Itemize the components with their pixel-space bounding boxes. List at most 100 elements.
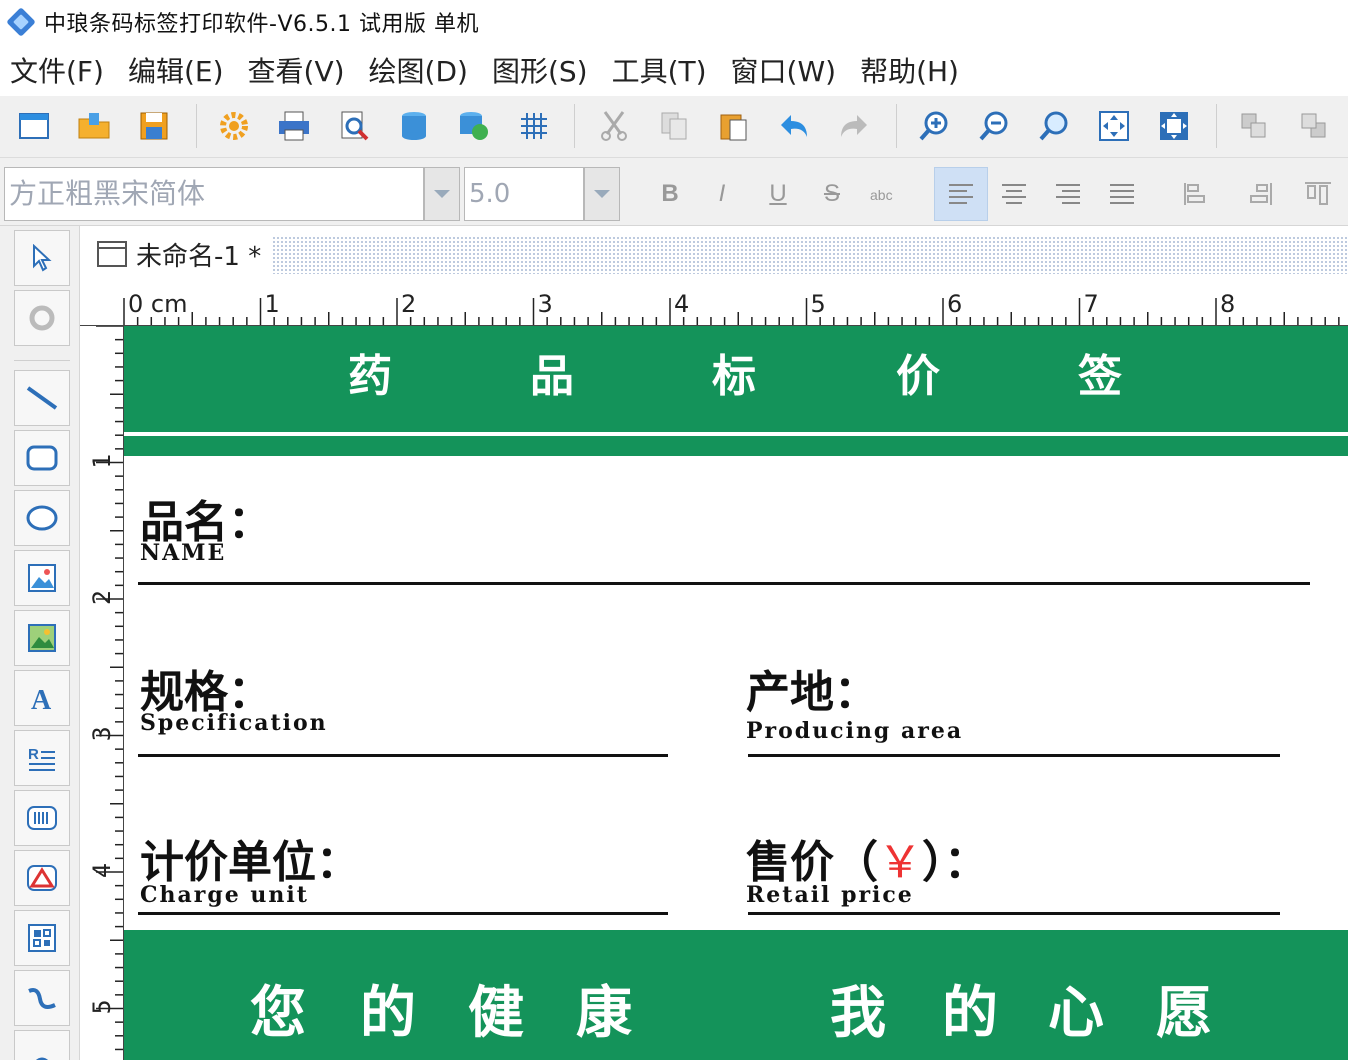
origin-label-en[interactable]: Producing area (746, 718, 963, 744)
svg-text:R: R (28, 746, 39, 763)
qrcode-tool-icon[interactable] (14, 910, 70, 966)
price-underline[interactable] (748, 912, 1280, 915)
zoom-icon[interactable] (1036, 108, 1072, 144)
footer-char-1[interactable]: 您 (250, 968, 306, 1049)
menu-shape[interactable]: 图形(S) (492, 50, 588, 90)
text-style-icon[interactable]: abc (860, 170, 908, 218)
underline-button[interactable]: U (754, 170, 802, 218)
align-left-icon[interactable] (934, 167, 988, 221)
title-bar: 中琅条码标签打印软件-V6.5.1 试用版 单机 (0, 0, 1348, 44)
fit-page-icon[interactable] (1096, 108, 1132, 144)
print-preview-icon[interactable] (336, 108, 372, 144)
price-label[interactable]: 药 品 标 价 签 品名： NAME 规格： Specification 产地：… (124, 326, 1348, 1060)
name-label-en[interactable]: NAME (140, 540, 226, 566)
ruler-label: 3 (88, 726, 116, 741)
ruler-label: 2 (88, 590, 116, 605)
svg-text:A: A (31, 685, 52, 713)
yen-symbol: ￥ (878, 837, 922, 888)
picture-tool-icon[interactable] (14, 610, 70, 666)
document-tab-title: 未命名-1 * (136, 241, 262, 272)
title-char-4[interactable]: 价 (896, 340, 940, 404)
bold-button[interactable]: B (646, 170, 694, 218)
label-title: 药 品 标 价 签 (124, 340, 1348, 402)
title-char-5[interactable]: 签 (1078, 340, 1122, 404)
origin-label-cn[interactable]: 产地： (746, 656, 878, 720)
origin-underline[interactable] (748, 754, 1280, 757)
undo-icon[interactable] (776, 108, 812, 144)
footer-char-8[interactable]: 愿 (1156, 968, 1212, 1049)
unit-label-en[interactable]: Charge unit (140, 882, 309, 908)
unit-label-cn[interactable]: 计价单位： (140, 826, 360, 890)
footer-char-5[interactable]: 我 (830, 968, 886, 1049)
open-icon[interactable] (76, 108, 112, 144)
menu-file[interactable]: 文件(F) (10, 50, 104, 90)
rectangle-tool-icon[interactable] (14, 430, 70, 486)
align-objects-left-icon[interactable] (1174, 170, 1222, 218)
footer-char-6[interactable]: 的 (942, 968, 998, 1049)
save-icon[interactable] (136, 108, 172, 144)
fit-selection-icon[interactable] (1156, 108, 1192, 144)
database-icon[interactable] (396, 108, 432, 144)
price-label-en[interactable]: Retail price (746, 882, 914, 908)
zoom-in-icon[interactable] (916, 108, 952, 144)
menu-draw[interactable]: 绘图(D) (369, 50, 468, 90)
select-tool-icon[interactable] (14, 230, 70, 286)
menu-help[interactable]: 帮助(H) (860, 50, 959, 90)
align-center-icon[interactable] (990, 170, 1038, 218)
bring-front-icon[interactable] (1236, 108, 1272, 144)
name-underline[interactable] (138, 582, 1310, 585)
font-size-input[interactable]: 5.0 (464, 167, 584, 221)
align-objects-right-icon[interactable] (1234, 170, 1282, 218)
barcode-tool-icon[interactable] (14, 790, 70, 846)
footer-char-3[interactable]: 健 (468, 968, 524, 1049)
print-icon[interactable] (276, 108, 312, 144)
text-tool-icon[interactable]: A (14, 670, 70, 726)
spec-underline[interactable] (138, 754, 668, 757)
tool-palette: A R (0, 226, 80, 1060)
rich-text-tool-icon[interactable]: R (14, 730, 70, 786)
align-right-icon[interactable] (1044, 170, 1092, 218)
menu-tools[interactable]: 工具(T) (612, 50, 707, 90)
ruler-label: 3 (538, 290, 553, 318)
footer-char-2[interactable]: 的 (360, 968, 416, 1049)
horizontal-ruler: 0 cm 1 2 3 4 5 6 7 8 (80, 282, 1348, 326)
grid-icon[interactable] (516, 108, 552, 144)
new-icon[interactable] (16, 108, 52, 144)
ellipse-tool-icon[interactable] (14, 490, 70, 546)
strikethrough-button[interactable]: S (808, 170, 856, 218)
align-objects-top-icon[interactable] (1294, 170, 1342, 218)
rotate-tool-icon[interactable] (14, 290, 70, 346)
arc-tool-icon[interactable] (14, 1030, 70, 1060)
price-label-cn[interactable]: 售价（￥）： (746, 826, 988, 890)
unit-underline[interactable] (138, 912, 668, 915)
document-tab[interactable]: 未命名-1 * (86, 232, 272, 276)
italic-button[interactable]: I (698, 170, 746, 218)
paste-icon[interactable] (716, 108, 752, 144)
title-char-2[interactable]: 品 (530, 340, 574, 404)
menu-edit[interactable]: 编辑(E) (128, 50, 224, 90)
title-char-1[interactable]: 药 (348, 340, 392, 404)
image-tool-icon[interactable] (14, 550, 70, 606)
footer-char-4[interactable]: 康 (576, 968, 632, 1049)
spec-label-en[interactable]: Specification (140, 710, 328, 736)
align-justify-icon[interactable] (1098, 170, 1146, 218)
copy-icon[interactable] (656, 108, 692, 144)
ruler-label: 1 (88, 453, 116, 468)
cut-icon[interactable] (596, 108, 632, 144)
footer-char-7[interactable]: 心 (1048, 968, 1104, 1049)
line-tool-icon[interactable] (14, 370, 70, 426)
zoom-out-icon[interactable] (976, 108, 1012, 144)
title-char-3[interactable]: 标 (712, 340, 756, 404)
polygon-tool-icon[interactable] (14, 850, 70, 906)
database-connect-icon[interactable] (456, 108, 492, 144)
font-family-select[interactable]: 方正粗黑宋简体 (4, 167, 424, 221)
send-back-icon[interactable] (1296, 108, 1332, 144)
font-dropdown-icon[interactable] (424, 167, 460, 221)
settings-icon[interactable] (216, 108, 252, 144)
menu-view[interactable]: 查看(V) (248, 50, 345, 90)
size-dropdown-icon[interactable] (584, 167, 620, 221)
redo-icon[interactable] (836, 108, 872, 144)
menu-window[interactable]: 窗口(W) (731, 50, 837, 90)
vertical-ruler: 1 2 3 4 5 (80, 326, 124, 1060)
curve-tool-icon[interactable] (14, 970, 70, 1026)
